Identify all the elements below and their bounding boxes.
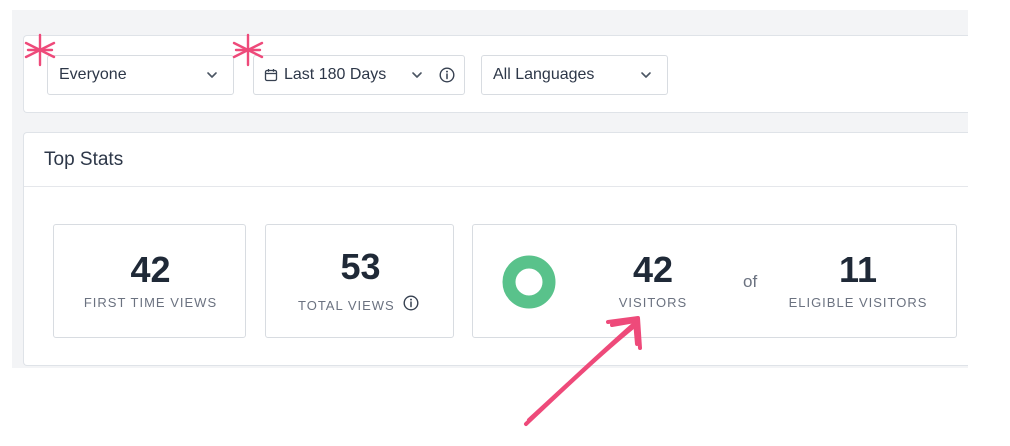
top-stats-panel: Top Stats 42 FIRST TIME VIEWS 53 TOTAL V… [23,132,968,366]
audience-dropdown[interactable]: Everyone [47,55,234,95]
donut-chart-icon [502,255,556,309]
first-time-views-label: FIRST TIME VIEWS [83,295,218,310]
total-views-value: 53 [340,246,381,287]
screenshot-stage: Everyone Last 180 Days All Languages Top… [0,0,1010,446]
language-dropdown[interactable]: All Languages [481,55,668,95]
first-time-views-value: 42 [130,249,171,290]
asterisk-annotation-icon [232,33,264,67]
chevron-down-icon [412,72,422,78]
first-time-views-card: 42 FIRST TIME VIEWS [53,224,246,338]
visitors-label: VISITORS [618,295,688,310]
top-stats-title: Top Stats [44,149,124,170]
audience-dropdown-label: Everyone [59,66,127,83]
calendar-icon [264,69,278,82]
date-range-dropdown[interactable]: Last 180 Days [253,55,465,95]
visitors-value: 42 [632,249,674,290]
eligible-visitors-value: 11 [838,249,878,290]
info-icon[interactable] [403,295,419,311]
asterisk-annotation-icon [24,33,56,67]
info-icon[interactable] [439,67,455,83]
top-stats-header: Top Stats [24,133,968,187]
chevron-down-icon [641,72,651,78]
language-dropdown-label: All Languages [493,66,595,83]
of-separator: of [743,272,758,291]
chevron-down-icon [207,72,217,78]
filters-bar: Everyone Last 180 Days All Languages [23,35,968,113]
date-range-dropdown-label: Last 180 Days [284,66,387,83]
total-views-label: TOTAL VIEWS [298,298,395,313]
total-views-card: 53 TOTAL VIEWS [265,224,454,338]
eligible-visitors-label: ELIGIBLE VISITORS [788,295,928,310]
arrow-annotation-icon [524,316,642,426]
